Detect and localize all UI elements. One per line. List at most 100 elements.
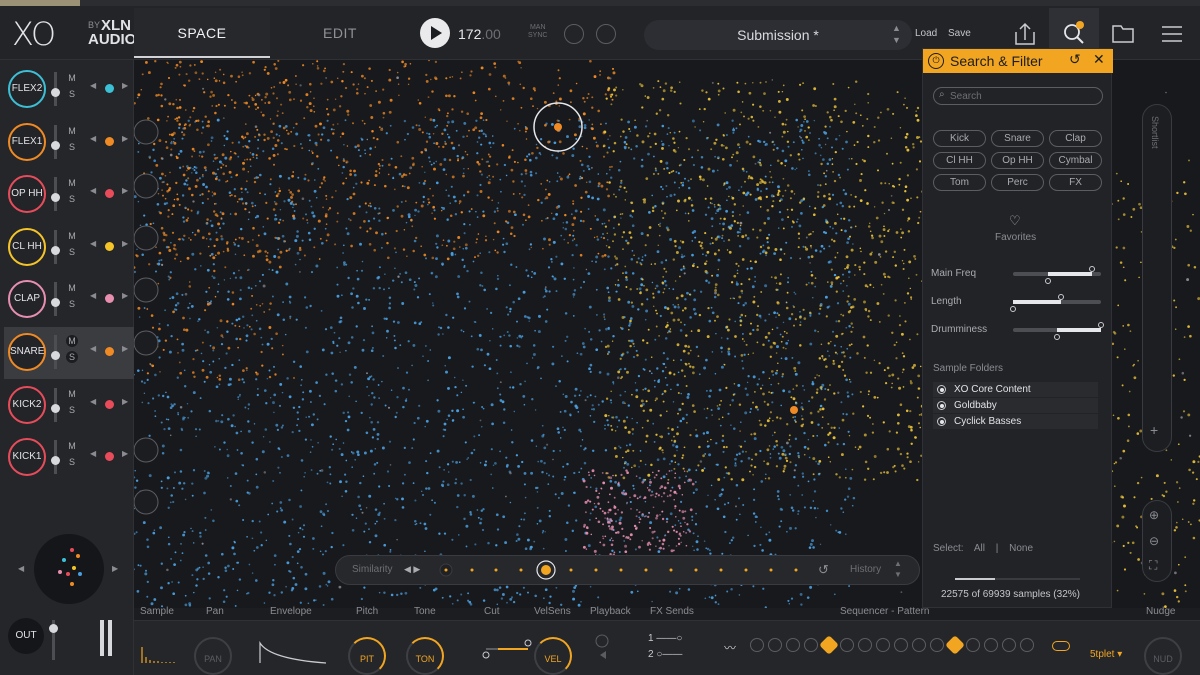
sample-point[interactable]	[160, 586, 163, 590]
sample-point[interactable]	[247, 240, 250, 243]
sample-point[interactable]	[460, 329, 463, 332]
sample-point[interactable]	[485, 118, 488, 122]
sample-point[interactable]	[611, 98, 614, 101]
sample-point[interactable]	[677, 199, 680, 203]
sample-point[interactable]	[787, 145, 790, 148]
sample-point[interactable]	[233, 241, 235, 244]
sample-point[interactable]	[374, 174, 378, 177]
sample-point[interactable]	[645, 400, 648, 403]
sample-point[interactable]	[424, 148, 427, 151]
save-button[interactable]: Save	[948, 28, 971, 39]
track-fader[interactable]	[51, 124, 60, 159]
sample-point[interactable]	[833, 221, 837, 225]
sample-point[interactable]	[534, 329, 536, 332]
sample-point[interactable]	[460, 110, 464, 113]
sample-point[interactable]	[268, 591, 271, 594]
sample-point[interactable]	[827, 260, 831, 264]
sample-point[interactable]	[462, 172, 465, 175]
sample-point[interactable]	[794, 370, 797, 373]
sample-point[interactable]	[1133, 496, 1136, 499]
sample-point[interactable]	[405, 221, 408, 224]
sample-point[interactable]	[581, 342, 585, 345]
sample-point[interactable]	[442, 168, 446, 171]
sample-point[interactable]	[662, 457, 666, 461]
sample-point[interactable]	[908, 277, 910, 280]
sample-point[interactable]	[813, 87, 817, 91]
sample-point[interactable]	[588, 474, 591, 477]
sample-point[interactable]	[170, 494, 173, 497]
sample-point[interactable]	[762, 109, 765, 112]
sample-point[interactable]	[441, 263, 444, 266]
sample-point[interactable]	[237, 75, 241, 78]
sample-point[interactable]	[181, 293, 184, 296]
sample-point[interactable]	[724, 112, 726, 114]
sample-point[interactable]	[179, 559, 182, 562]
sample-point[interactable]	[573, 133, 577, 137]
sample-point[interactable]	[254, 103, 258, 106]
sample-point[interactable]	[210, 224, 214, 228]
sample-point[interactable]	[342, 62, 346, 66]
sample-point[interactable]	[284, 78, 288, 82]
sample-point[interactable]	[435, 181, 439, 185]
sample-point[interactable]	[383, 517, 386, 520]
sample-point[interactable]	[326, 585, 329, 587]
sample-point[interactable]	[416, 416, 420, 420]
sample-point[interactable]	[446, 418, 448, 421]
sample-point[interactable]	[533, 271, 537, 275]
sample-point[interactable]	[567, 242, 569, 244]
sample-point[interactable]	[784, 189, 787, 192]
sample-point[interactable]	[187, 79, 191, 82]
sample-point[interactable]	[264, 65, 267, 69]
sample-point[interactable]	[609, 135, 611, 137]
sample-point[interactable]	[167, 418, 170, 421]
sample-point[interactable]	[720, 144, 724, 147]
sample-point[interactable]	[792, 388, 795, 390]
sample-point[interactable]	[707, 494, 709, 497]
sample-point[interactable]	[315, 196, 318, 199]
sample-point[interactable]	[513, 160, 516, 163]
sample-point[interactable]	[353, 365, 357, 369]
sample-point[interactable]	[672, 258, 676, 261]
sample-point[interactable]	[466, 190, 470, 194]
sample-point[interactable]	[728, 186, 731, 189]
sample-point[interactable]	[730, 587, 733, 591]
sample-point[interactable]	[134, 183, 136, 186]
sample-point[interactable]	[688, 196, 691, 200]
sample-point[interactable]	[280, 103, 283, 106]
sample-point[interactable]	[1127, 323, 1130, 327]
sample-point[interactable]	[145, 569, 147, 572]
sample-point[interactable]	[342, 544, 345, 547]
sample-point[interactable]	[556, 119, 559, 122]
sample-point[interactable]	[580, 286, 582, 289]
sample-point[interactable]	[721, 237, 724, 240]
sample-point[interactable]	[666, 357, 669, 361]
sample-point[interactable]	[848, 585, 851, 587]
sample-point[interactable]	[848, 435, 851, 437]
solo-button[interactable]: S	[66, 456, 78, 468]
sample-point[interactable]	[181, 342, 184, 346]
sample-point[interactable]	[673, 439, 677, 443]
sample-point[interactable]	[415, 236, 418, 240]
sample-point[interactable]	[207, 143, 210, 147]
sample-point[interactable]	[619, 185, 622, 188]
sample-point[interactable]	[324, 227, 327, 230]
sample-point[interactable]	[270, 337, 273, 341]
sample-point[interactable]	[162, 194, 164, 197]
sample-point[interactable]	[783, 464, 787, 468]
sample-point[interactable]	[695, 469, 698, 472]
sample-point[interactable]	[523, 193, 526, 197]
sample-point[interactable]	[909, 381, 913, 385]
sample-point[interactable]	[506, 120, 508, 123]
sample-point[interactable]	[775, 282, 778, 285]
sample-point[interactable]	[734, 464, 737, 467]
sample-point[interactable]	[618, 368, 621, 371]
sample-point[interactable]	[332, 132, 335, 135]
sample-point[interactable]	[191, 193, 194, 197]
sample-point[interactable]	[608, 166, 612, 169]
sample-point[interactable]	[206, 474, 210, 478]
sample-point[interactable]	[645, 309, 649, 313]
sample-point[interactable]	[309, 109, 313, 113]
sample-point[interactable]	[280, 591, 284, 594]
sample-point[interactable]	[156, 118, 160, 122]
sample-point[interactable]	[1184, 192, 1187, 196]
